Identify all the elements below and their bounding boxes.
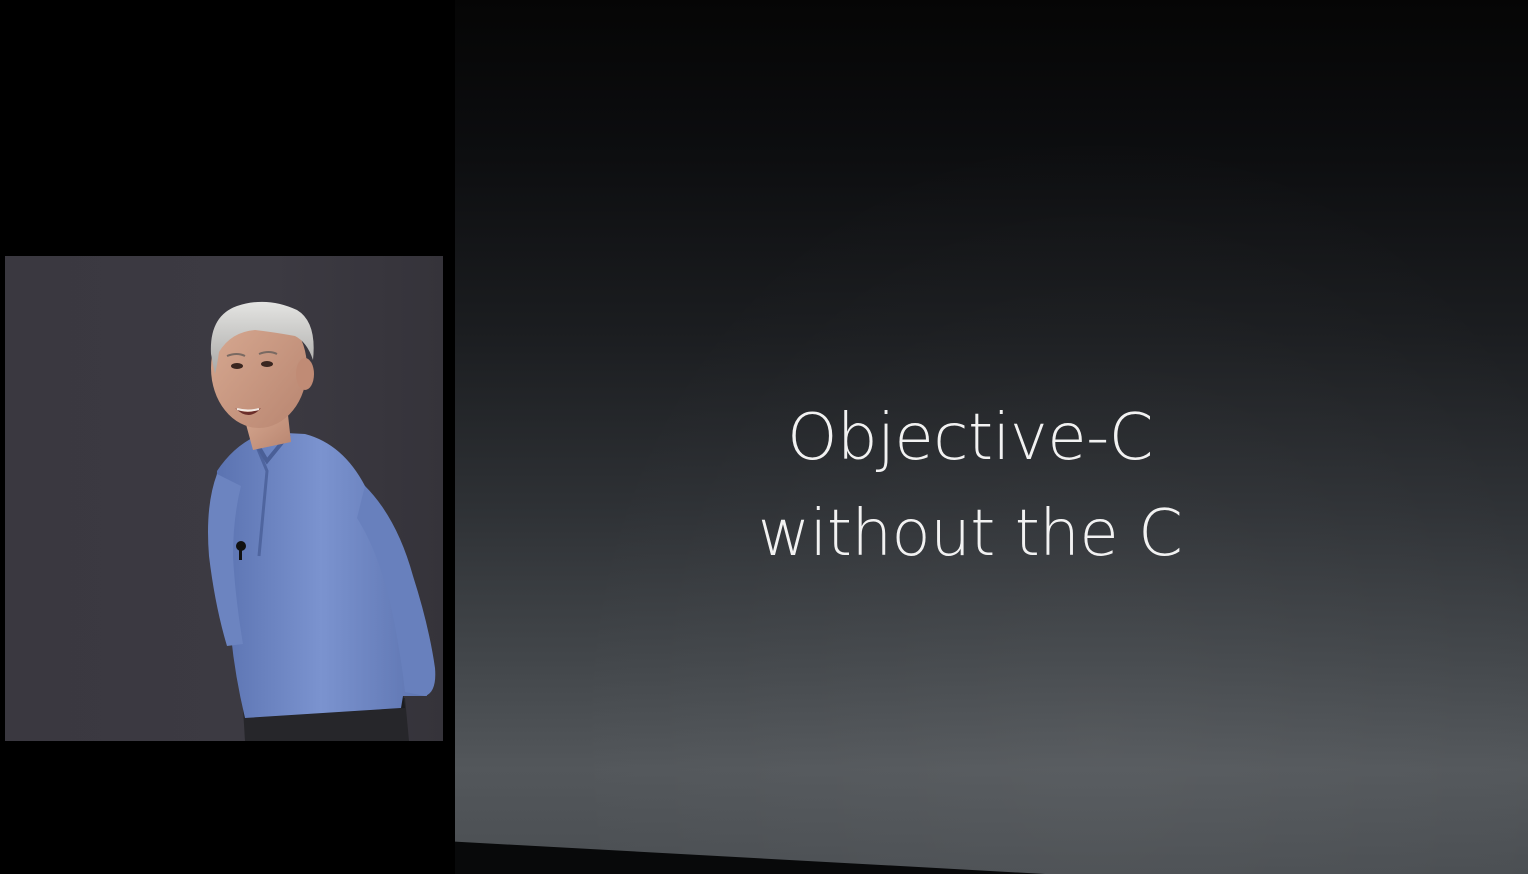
slide-title-line-1: Objective-C [787,401,1153,475]
presenter-figure [208,301,436,741]
presenter-video-inset [5,256,443,741]
keynote-frame: Objective-C without the C [0,0,1528,874]
slide-title-line-2: without the C [757,497,1183,571]
slide-title: Objective-C without the C [700,390,1240,582]
